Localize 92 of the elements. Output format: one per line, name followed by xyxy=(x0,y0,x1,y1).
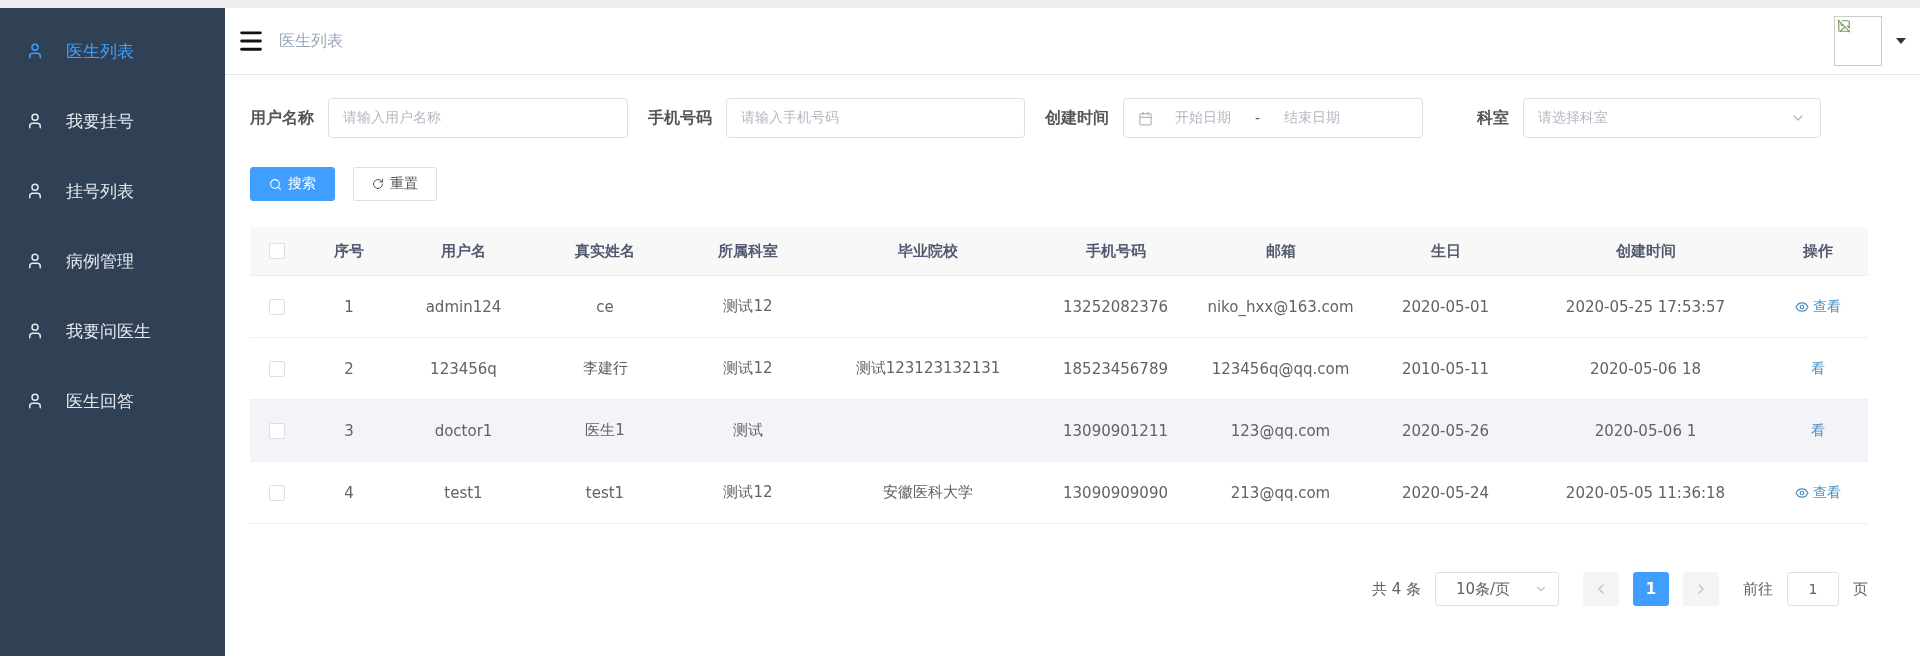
table-cell-text: 2020-05-24 xyxy=(1400,483,1491,502)
table-cell-text: test1 xyxy=(584,483,626,502)
user-icon xyxy=(26,322,44,340)
checkbox[interactable] xyxy=(268,484,285,501)
table-cell-text: test1 xyxy=(443,483,484,502)
table-cell-text: 2020-05-25 17:53:57 xyxy=(1564,297,1727,316)
user-icon xyxy=(26,42,44,60)
table-cell-text: 2020-05-06 1 xyxy=(1593,421,1698,440)
table-cell-text: 123456q@qq.com xyxy=(1210,359,1351,378)
table-cell-text: 13252082376 xyxy=(1062,297,1169,316)
eye-icon xyxy=(1795,299,1809,314)
text-input[interactable]: 请输入手机号码 xyxy=(726,98,1025,138)
goto-label: 前往 xyxy=(1743,579,1773,599)
sidebar-item[interactable]: 挂号列表 xyxy=(0,156,225,226)
avatar-image[interactable] xyxy=(1834,16,1882,66)
reset-button[interactable]: 重置 xyxy=(353,167,437,201)
date-range-input[interactable]: 开始日期 - 结束日期 xyxy=(1123,98,1423,138)
filter-label: 创建时间 xyxy=(1045,107,1109,129)
column-header: 所属科室 xyxy=(717,241,779,261)
caret-icon[interactable] xyxy=(1896,38,1906,44)
table-cell-text: 2020-05-06 18 xyxy=(1589,359,1702,378)
breadcrumb: 医生列表 xyxy=(279,30,344,52)
user-icon xyxy=(26,392,44,410)
user-icon xyxy=(26,182,44,200)
previous-page-button[interactable] xyxy=(1583,572,1619,606)
page-input[interactable]: 1 xyxy=(1787,572,1839,606)
next-page-button[interactable] xyxy=(1683,572,1719,606)
table-cell-text: 测试123123132131 xyxy=(854,359,1002,378)
table-cell-text: 测试 xyxy=(732,421,764,440)
table-cell-text: 2010-05-11 xyxy=(1400,359,1491,378)
checkbox[interactable] xyxy=(268,243,285,259)
select-field[interactable]: 请选择科室 xyxy=(1523,98,1821,138)
table-cell-text: 213@qq.com xyxy=(1229,483,1332,502)
table-cell-text: admin124 xyxy=(424,297,503,316)
total-count: 共 4 条 xyxy=(1371,579,1421,599)
sidebar-item[interactable]: 病例管理 xyxy=(0,226,225,296)
table-cell-text: 2 xyxy=(343,359,355,378)
table-cell-text: 123@qq.com xyxy=(1229,421,1332,440)
table-cell-text: 测试12 xyxy=(722,297,774,316)
table-cell-text: 4 xyxy=(343,483,355,502)
table-cell-text: ce xyxy=(595,297,615,316)
column-header: 邮箱 xyxy=(1264,241,1297,261)
user-icon xyxy=(26,252,44,270)
column-header: 创建时间 xyxy=(1614,241,1677,261)
table-cell-text: 3 xyxy=(343,421,355,440)
sidebar-item[interactable]: 我要挂号 xyxy=(0,86,225,156)
column-header: 手机号码 xyxy=(1084,241,1147,261)
search-icon xyxy=(269,177,282,191)
table-cell-text: 13090909090 xyxy=(1062,483,1169,502)
user-icon xyxy=(26,112,44,130)
table-cell-text: 2020-05-26 xyxy=(1400,421,1491,440)
sidebar-item[interactable]: 医生回答 xyxy=(0,366,225,436)
filter-label: 用户名称 xyxy=(250,107,314,129)
column-header: 用户名 xyxy=(440,241,487,261)
text-input[interactable]: 请输入用户名称 xyxy=(328,98,628,138)
filter-label: 手机号码 xyxy=(648,107,712,129)
table-cell-text: 测试12 xyxy=(722,483,774,502)
view-link[interactable]: 查看 xyxy=(1795,483,1841,502)
table-cell-text: 13090901211 xyxy=(1062,421,1169,440)
table-cell-text: 医生1 xyxy=(584,421,626,440)
search-button[interactable]: 搜索 xyxy=(250,167,335,201)
eye-icon xyxy=(1795,485,1809,500)
table-cell-text: 1 xyxy=(343,297,355,316)
page-size-select[interactable]: 10条/页 xyxy=(1435,572,1559,606)
table-cell-text: 18523456789 xyxy=(1062,359,1169,378)
column-header: 序号 xyxy=(333,241,365,261)
calendar-icon xyxy=(1138,110,1153,126)
column-header: 生日 xyxy=(1429,241,1462,261)
checkbox[interactable] xyxy=(268,422,285,439)
table-cell-text: 2020-05-01 xyxy=(1400,297,1491,316)
checkbox[interactable] xyxy=(268,298,285,315)
sidebar-item[interactable]: 我要问医生 xyxy=(0,296,225,366)
page-suffix: 页 xyxy=(1853,579,1868,599)
table-cell-text: 李建行 xyxy=(581,359,629,378)
checkbox[interactable] xyxy=(268,360,285,377)
column-header: 操作 xyxy=(1802,241,1834,261)
column-header: 毕业院校 xyxy=(897,241,959,261)
table-cell-text: 123456q xyxy=(429,359,498,378)
column-header: 真实姓名 xyxy=(574,241,636,261)
view-link[interactable]: 查看 xyxy=(1795,297,1841,316)
sidebar-item[interactable]: 医生列表 xyxy=(0,16,225,86)
page-button[interactable]: 1 xyxy=(1633,572,1669,606)
table-cell-text: 2020-05-05 11:36:18 xyxy=(1564,483,1727,502)
view-link[interactable]: 看 xyxy=(1811,421,1825,440)
table-cell-text: 测试12 xyxy=(722,359,774,378)
table-cell-text: 安徽医科大学 xyxy=(882,483,974,502)
filter-label: 科室 xyxy=(1477,107,1509,129)
refresh-icon xyxy=(372,178,384,190)
view-link[interactable]: 看 xyxy=(1811,359,1825,378)
table-cell-text: niko_hxx@163.com xyxy=(1206,297,1355,316)
broken-image-icon xyxy=(1837,19,1851,33)
table-cell-text: doctor1 xyxy=(433,421,494,440)
